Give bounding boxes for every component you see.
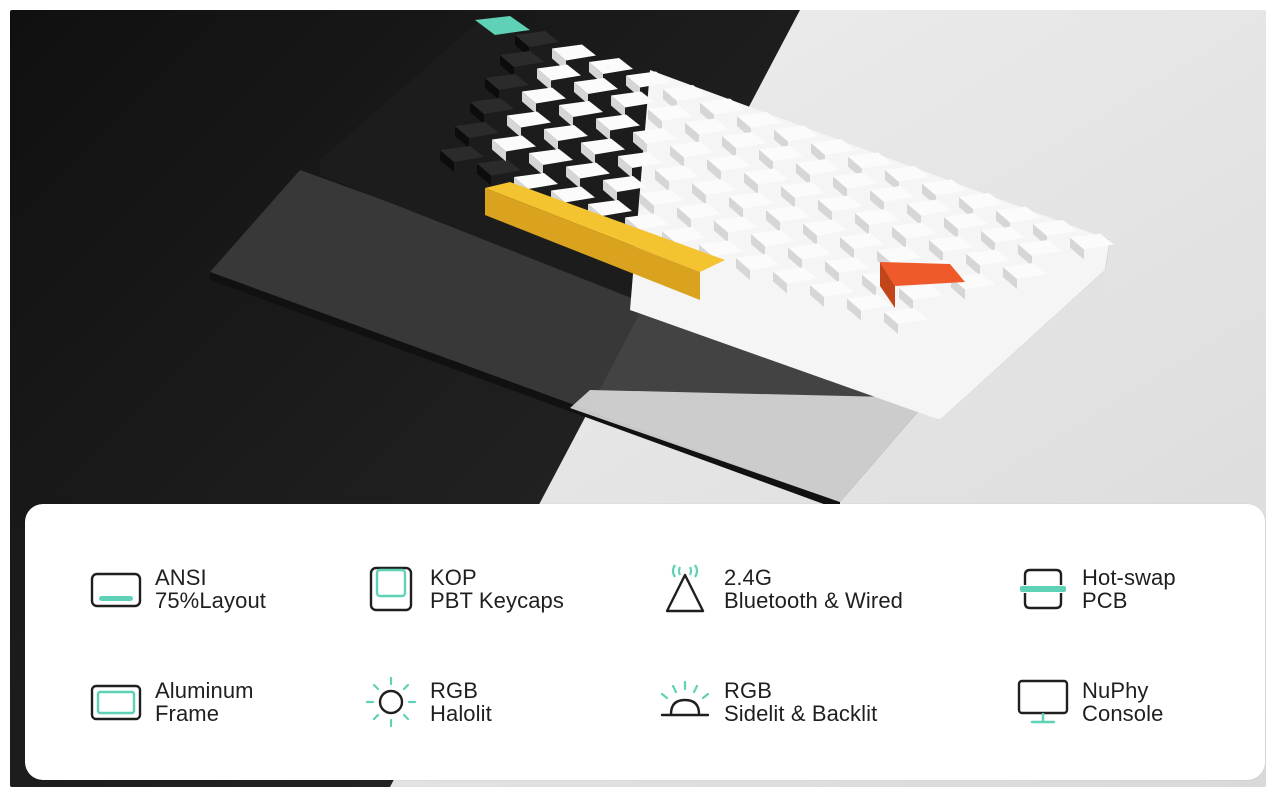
keyboard-layout-icon xyxy=(85,563,147,615)
feature-title: Hot-swap xyxy=(1082,565,1176,590)
console-monitor-icon xyxy=(1012,676,1074,728)
feature-subtitle: 75%Layout xyxy=(155,588,266,613)
feature-rgb-sidelit: RGB Sidelit & Backlit xyxy=(654,676,877,728)
feature-subtitle: PCB xyxy=(1082,588,1128,613)
feature-aluminum-frame: Aluminum Frame xyxy=(85,676,254,728)
feature-title: RGB xyxy=(430,678,478,703)
feature-subtitle: Halolit xyxy=(430,701,492,726)
feature-ansi-layout: ANSI 75%Layout xyxy=(85,563,266,615)
feature-kop-keycaps: KOP PBT Keycaps xyxy=(360,563,564,615)
feature-panel: ANSI 75%Layout KOP PBT Keycaps 2.4G Blue… xyxy=(25,504,1265,780)
product-feature-banner: ANSI 75%Layout KOP PBT Keycaps 2.4G Blue… xyxy=(0,0,1276,787)
feature-subtitle: Sidelit & Backlit xyxy=(724,701,878,726)
aluminum-frame-icon xyxy=(85,676,147,728)
feature-wireless: 2.4G Bluetooth & Wired xyxy=(654,563,903,615)
feature-subtitle: PBT Keycaps xyxy=(430,588,564,613)
wireless-signal-icon xyxy=(654,563,716,615)
hot-swap-pcb-icon xyxy=(1012,563,1074,615)
feature-subtitle: Console xyxy=(1082,701,1164,726)
feature-nuphy-console: NuPhy Console xyxy=(1012,676,1163,728)
feature-title: RGB xyxy=(724,678,772,703)
feature-title: Aluminum xyxy=(155,678,254,703)
feature-title: ANSI xyxy=(155,565,207,590)
feature-title: 2.4G xyxy=(724,565,773,590)
feature-rgb-halolit: RGB Halolit xyxy=(360,676,492,728)
sidelit-backlit-icon xyxy=(654,676,716,728)
keycap-icon xyxy=(360,563,422,615)
feature-title: KOP xyxy=(430,565,477,590)
feature-title: NuPhy xyxy=(1082,678,1149,703)
feature-hot-swap: Hot-swap PCB xyxy=(1012,563,1176,615)
feature-subtitle: Frame xyxy=(155,701,220,726)
halolit-light-icon xyxy=(360,676,422,728)
feature-subtitle: Bluetooth & Wired xyxy=(724,588,904,613)
